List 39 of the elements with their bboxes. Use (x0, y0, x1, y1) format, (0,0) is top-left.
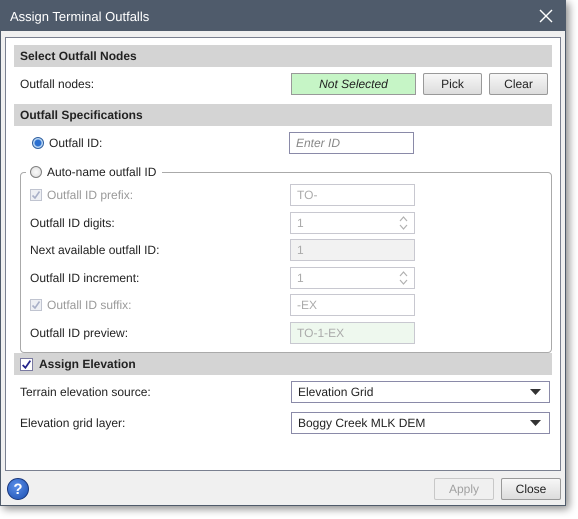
section-header: Outfall Specifications (14, 104, 552, 126)
field-label: Terrain elevation source: (20, 385, 152, 399)
dropdown[interactable]: Elevation Grid (291, 381, 550, 403)
radio-button[interactable] (32, 137, 44, 149)
radio-label: Auto-name outfall ID (47, 165, 156, 179)
caret-icon (530, 389, 541, 395)
field-label: Outfall ID digits: (30, 216, 115, 230)
value-field[interactable]: 1 (290, 212, 415, 234)
window-title: Assign Terminal Outfalls (10, 8, 150, 24)
field-label: Outfall ID preview: (30, 326, 128, 340)
field-label: Outfall nodes: (20, 77, 96, 91)
field-label: Outfall ID increment: (30, 270, 140, 284)
dialog-button[interactable]: Close (501, 478, 561, 500)
spinner-arrows-icon[interactable] (399, 214, 408, 230)
close-icon[interactable] (539, 9, 553, 23)
field-label: Elevation grid layer: (20, 416, 126, 430)
radio-button[interactable] (30, 166, 42, 178)
action-button[interactable]: Pick (423, 73, 482, 95)
value-field[interactable]: TO- (290, 184, 415, 206)
help-icon[interactable]: ? (7, 478, 29, 500)
checkbox[interactable] (20, 358, 33, 370)
id-input-field[interactable]: Enter ID (289, 132, 414, 154)
radio-label: Outfall ID: (49, 136, 102, 150)
status-field: Not Selected (291, 73, 416, 95)
caret-icon (530, 420, 541, 426)
value-field[interactable]: TO-1-EX (290, 322, 415, 344)
spinner-arrows-icon[interactable] (399, 270, 408, 286)
field-label: Outfall ID prefix: (47, 188, 134, 202)
value-field[interactable]: -EX (290, 294, 415, 316)
section-title: Assign Elevation (39, 357, 136, 371)
field-label: Outfall ID suffix: (47, 298, 132, 312)
value-field[interactable]: 1 (290, 266, 415, 288)
checkbox[interactable] (30, 299, 42, 311)
dropdown[interactable]: Boggy Creek MLK DEM (291, 412, 550, 434)
action-button[interactable]: Clear (489, 73, 548, 95)
value-field[interactable]: 1 (290, 239, 415, 261)
field-label: Next available outfall ID: (30, 243, 160, 257)
section-header: Select Outfall Nodes (14, 45, 552, 67)
checkbox[interactable] (30, 189, 42, 201)
